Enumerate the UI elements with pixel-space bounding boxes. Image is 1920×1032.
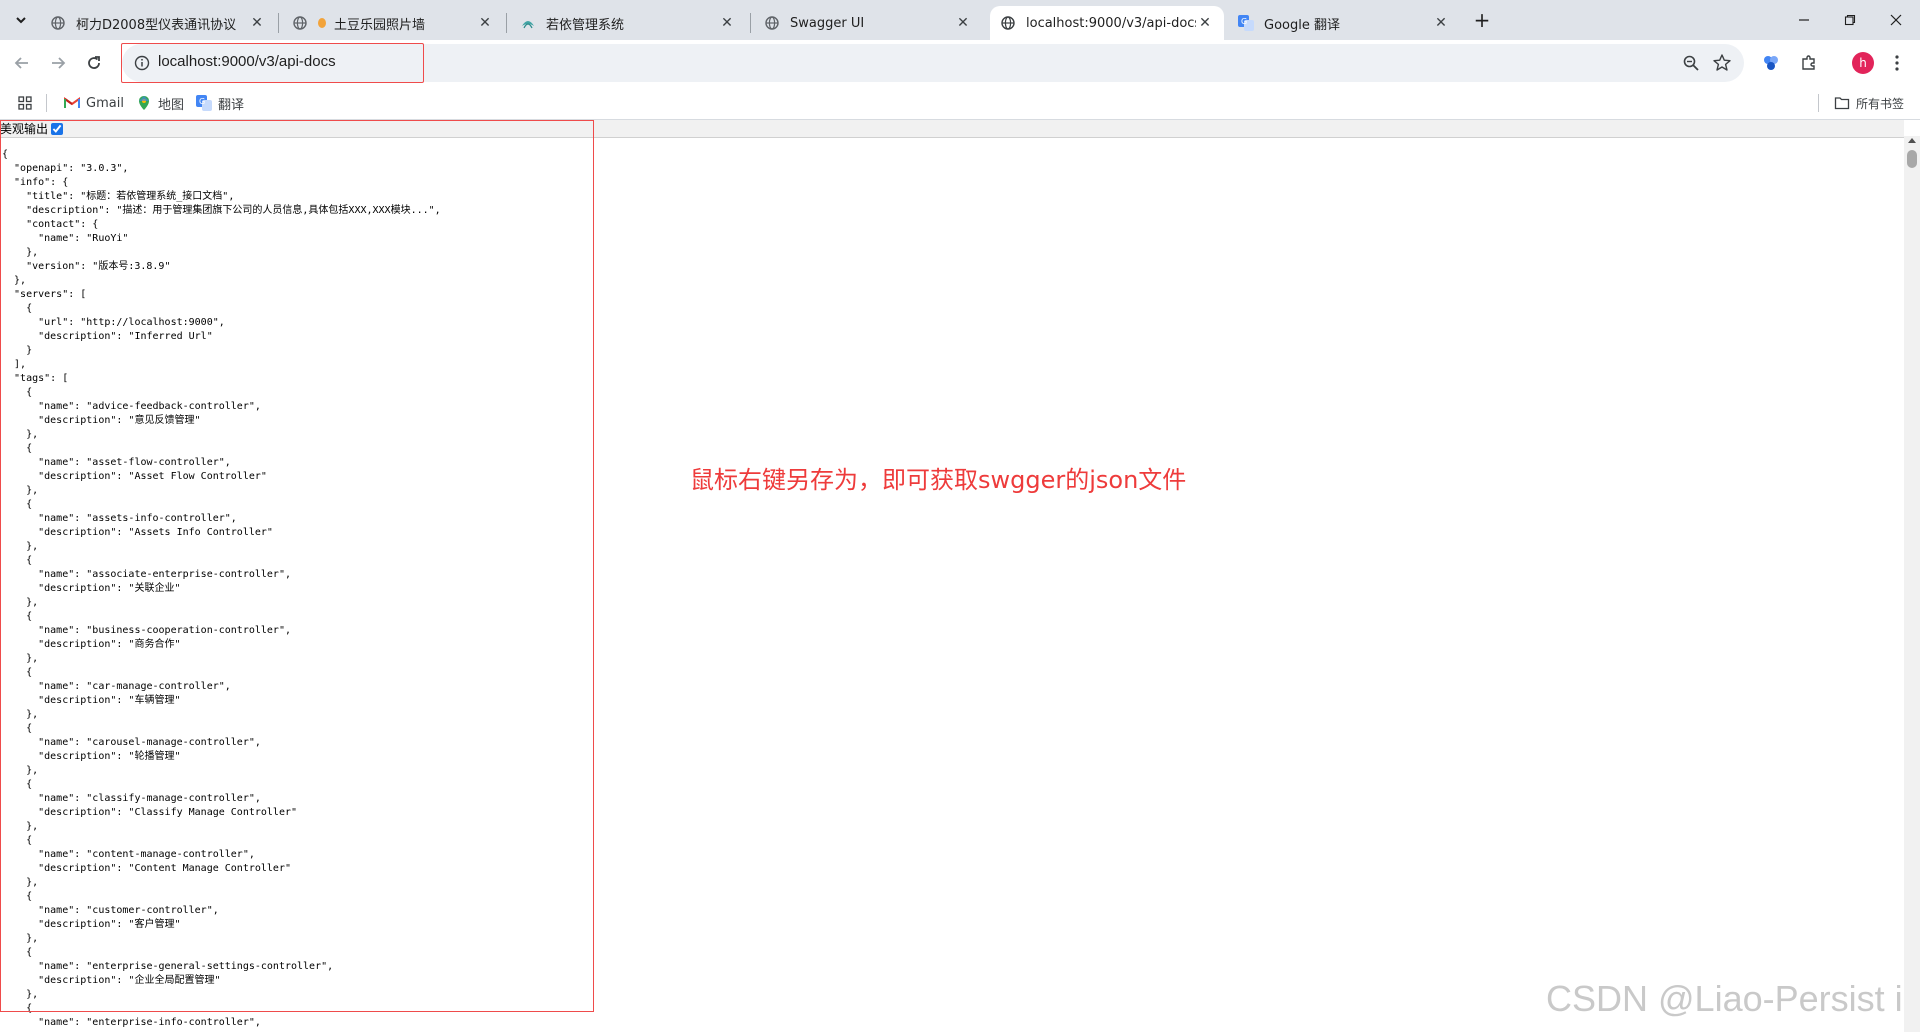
arrow-left-icon xyxy=(14,57,28,69)
gmail-icon xyxy=(64,95,80,111)
restore-button[interactable] xyxy=(1826,0,1874,40)
maps-icon xyxy=(136,95,152,111)
bookmark-gmail[interactable]: Gmail xyxy=(64,92,124,114)
all-bookmarks-button[interactable]: 所有书签 xyxy=(1834,92,1904,114)
bookmark-translate[interactable]: G 翻译 xyxy=(196,92,244,114)
new-tab-button[interactable]: + xyxy=(1470,8,1494,32)
plus-icon: + xyxy=(1473,8,1491,32)
scroll-up-arrow-icon[interactable] xyxy=(1908,138,1916,143)
tab-2[interactable]: 若依管理系统 ✕ xyxy=(510,6,746,40)
browser-menu-button[interactable] xyxy=(1886,50,1908,76)
reload-button[interactable] xyxy=(80,49,108,77)
tab-separator xyxy=(506,13,507,33)
tab-title: Swagger UI xyxy=(790,15,865,31)
bookmark-label: Gmail xyxy=(86,95,124,111)
google-translate-icon: G xyxy=(1238,15,1254,31)
tab-title: 土豆乐园照片墙 xyxy=(334,17,426,33)
globe-icon xyxy=(50,15,66,31)
apps-grid-icon xyxy=(18,96,32,110)
chevron-down-icon xyxy=(16,17,26,24)
minimize-icon xyxy=(1799,19,1809,21)
reload-icon xyxy=(88,56,100,69)
tab-3[interactable]: Swagger UI ✕ xyxy=(754,6,982,40)
json-line: "name": "enterprise-info-controller", xyxy=(2,1017,261,1028)
globe-icon xyxy=(764,15,780,31)
close-icon[interactable]: ✕ xyxy=(1196,14,1214,32)
puzzle-icon xyxy=(1802,55,1815,70)
close-icon[interactable]: ✕ xyxy=(954,14,972,32)
bookmark-maps[interactable]: 地图 xyxy=(136,92,184,114)
extension-button[interactable] xyxy=(1758,50,1784,76)
restore-icon xyxy=(1844,14,1856,26)
url-highlight-box xyxy=(121,43,424,83)
close-icon[interactable]: ✕ xyxy=(248,14,266,32)
scroll-thumb[interactable] xyxy=(1907,150,1917,168)
close-icon[interactable]: ✕ xyxy=(476,14,494,32)
profile-avatar[interactable]: h xyxy=(1852,52,1874,74)
extension-hex-icon xyxy=(1764,56,1778,70)
close-icon[interactable]: ✕ xyxy=(1432,14,1450,32)
tab-4-active[interactable]: localhost:9000/v3/api-docs ✕ xyxy=(990,6,1224,40)
vertical-scrollbar[interactable] xyxy=(1904,136,1920,1032)
bookmark-label: 地图 xyxy=(158,97,185,113)
tab-title: 若依管理系统 xyxy=(546,17,625,33)
svg-text:G: G xyxy=(199,97,205,106)
window-close-button[interactable] xyxy=(1872,0,1920,40)
tab-title: Google 翻译 xyxy=(1264,17,1340,33)
tab-strip: 柯力D2008型仪表通讯协议 ✕ 土豆乐园照片墙 ✕ 若依管理系统 ✕ Swag… xyxy=(0,0,1920,40)
tab-1[interactable]: 土豆乐园照片墙 ✕ xyxy=(282,6,504,40)
json-highlight-box xyxy=(0,120,594,1012)
watermark: CSDN @Liao-Persist in xyxy=(1546,978,1920,1019)
bookmarks-bar: Gmail 地图 G 翻译 所有书签 xyxy=(0,86,1920,120)
tab-search-button[interactable] xyxy=(8,7,34,33)
folder-icon xyxy=(1834,95,1850,111)
arrow-right-icon xyxy=(52,57,66,69)
potato-icon xyxy=(314,15,330,31)
minimize-button[interactable] xyxy=(1780,0,1828,40)
more-vertical-icon xyxy=(1895,55,1899,71)
apps-button[interactable] xyxy=(18,92,32,114)
close-icon[interactable]: ✕ xyxy=(718,14,736,32)
all-bookmarks-label: 所有书签 xyxy=(1856,96,1905,111)
tab-separator xyxy=(278,13,279,33)
back-button[interactable] xyxy=(8,49,36,77)
bookmark-separator xyxy=(1818,94,1819,112)
extensions-menu-button[interactable] xyxy=(1796,50,1822,76)
bookmark-separator xyxy=(46,94,47,112)
tab-0[interactable]: 柯力D2008型仪表通讯协议 ✕ xyxy=(40,6,276,40)
translate-icon: G xyxy=(196,95,212,111)
svg-text:G: G xyxy=(1241,17,1247,26)
page-content: 美观输出 { "openapi": "3.0.3", "info": { "ti… xyxy=(0,120,1920,1032)
ruoyi-leaf-icon xyxy=(520,15,536,31)
tab-title: 柯力D2008型仪表通讯协议 xyxy=(76,17,237,33)
tab-separator xyxy=(750,13,751,33)
bookmark-label: 翻译 xyxy=(218,97,245,113)
globe-icon xyxy=(292,15,308,31)
zoom-icon[interactable] xyxy=(1682,54,1700,72)
close-icon xyxy=(1890,14,1902,26)
forward-button[interactable] xyxy=(44,49,72,77)
profile-initial: h xyxy=(1859,56,1867,70)
tab-5[interactable]: G Google 翻译 ✕ xyxy=(1228,6,1460,40)
tab-title: localhost:9000/v3/api-docs xyxy=(1026,15,1196,31)
bookmark-star-icon[interactable] xyxy=(1712,53,1732,73)
annotation-text: 鼠标右键另存为，即可获取swgger的json文件 xyxy=(690,466,1187,494)
globe-icon xyxy=(1000,15,1016,31)
